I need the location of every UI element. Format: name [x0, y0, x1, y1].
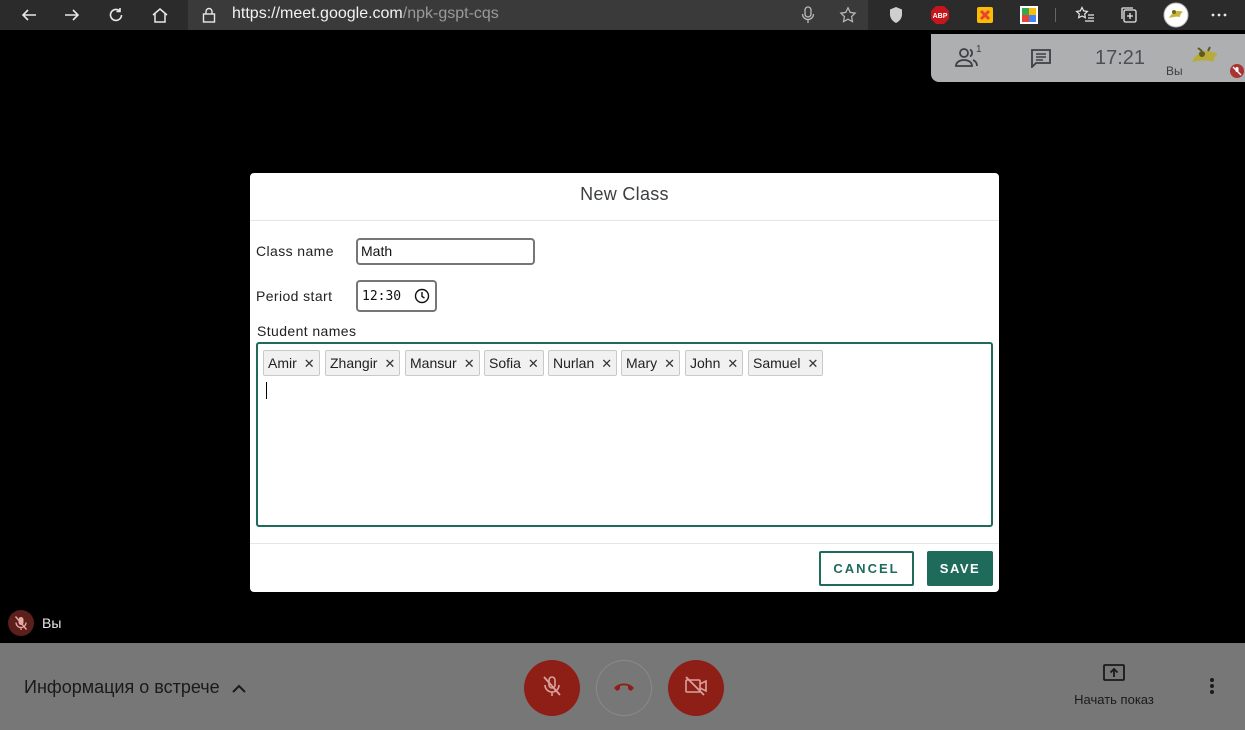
self-mic-muted-icon [8, 610, 34, 636]
grid-extension-icon[interactable] [1019, 5, 1039, 25]
dialog-footer-divider [250, 543, 999, 544]
profile-avatar[interactable] [1163, 2, 1189, 28]
student-chip: Mary ✕ [621, 350, 681, 376]
meet-controls-bar: Информация о встрече Начать показ [0, 643, 1245, 730]
present-now-button[interactable]: Начать показ [1068, 663, 1160, 707]
student-chip: Sofia ✕ [484, 350, 544, 376]
student-chip-label: Amir [268, 355, 297, 371]
remove-chip-icon[interactable]: ✕ [727, 357, 738, 370]
student-chip: Nurlan ✕ [548, 350, 618, 376]
student-chip: Amir ✕ [263, 350, 320, 376]
chat-icon[interactable] [1030, 48, 1052, 73]
student-chip-label: Mary [626, 355, 658, 371]
self-thumbnail-avatar [1188, 42, 1224, 75]
refresh-icon[interactable] [101, 0, 131, 30]
student-chip-label: John [690, 355, 721, 371]
camera-off-button[interactable] [668, 660, 724, 716]
mic-off-button[interactable] [524, 660, 580, 716]
meeting-info-button[interactable]: Информация о встрече [24, 677, 246, 698]
save-button[interactable]: SAVE [927, 551, 993, 586]
adblock-icon[interactable]: ABP [930, 5, 950, 25]
student-chip: John ✕ [685, 350, 744, 376]
mic-off-icon [541, 674, 563, 703]
more-vert-icon[interactable] [1209, 677, 1215, 700]
self-thumbnail-label: Вы [1166, 64, 1183, 78]
self-tile-name: Вы [42, 615, 62, 631]
clock-icon[interactable] [414, 288, 430, 307]
cancel-button[interactable]: CANCEL [819, 551, 914, 586]
meeting-info-label: Информация о встрече [24, 677, 220, 697]
back-icon[interactable] [14, 0, 44, 30]
microphone-icon[interactable] [800, 6, 816, 29]
student-chip-label: Samuel [753, 355, 801, 371]
collections-icon[interactable] [1119, 5, 1139, 25]
student-chip-label: Nurlan [553, 355, 595, 371]
remove-chip-icon[interactable]: ✕ [664, 357, 675, 370]
remove-chip-icon[interactable]: ✕ [384, 357, 395, 370]
present-label: Начать показ [1074, 692, 1154, 707]
url-host: https://meet.google.com [232, 5, 403, 22]
student-chip: Mansur ✕ [405, 350, 480, 376]
student-chip: Zhangir ✕ [325, 350, 401, 376]
dialog-title: New Class [580, 184, 669, 204]
remove-chip-icon[interactable]: ✕ [807, 357, 818, 370]
participants-count: 1 [976, 44, 982, 55]
address-bar[interactable]: https://meet.google.com/npk-gspt-cqs [188, 0, 868, 30]
student-chip-label: Sofia [489, 355, 521, 371]
student-chip: Samuel ✕ [748, 350, 824, 376]
student-names-field[interactable]: Amir ✕ Zhangir ✕ Mansur ✕ Sofia ✕ Nurlan ✕ Ma… [256, 342, 993, 527]
url-text: https://meet.google.com/npk-gspt-cqs [232, 5, 499, 23]
svg-text:ABP: ABP [933, 13, 948, 20]
forward-icon[interactable] [57, 0, 87, 30]
text-caret [266, 382, 267, 399]
student-chip-label: Mansur [410, 355, 457, 371]
toolbar-divider [1055, 8, 1056, 22]
google-workspace-icon[interactable] [975, 5, 995, 25]
period-start-value: 12:30 [362, 289, 402, 304]
remove-chip-icon[interactable]: ✕ [464, 357, 475, 370]
browser-toolbar: https://meet.google.com/npk-gspt-cqs ABP [0, 0, 1245, 30]
more-options-icon[interactable] [1209, 5, 1229, 25]
student-chip-label: Zhangir [330, 355, 378, 371]
remove-chip-icon[interactable]: ✕ [304, 357, 315, 370]
present-screen-icon [1102, 664, 1126, 687]
remove-chip-icon[interactable]: ✕ [528, 357, 539, 370]
shield-icon[interactable] [886, 5, 906, 25]
chevron-up-icon [231, 677, 246, 698]
dialog-header-divider [250, 220, 999, 221]
class-name-label: Class name [256, 243, 334, 259]
remove-chip-icon[interactable]: ✕ [601, 357, 612, 370]
period-start-label: Period start [256, 288, 333, 304]
participants-button[interactable]: 1 [954, 44, 982, 73]
favorite-star-icon[interactable] [839, 6, 857, 29]
url-path: /npk-gspt-cqs [402, 5, 499, 22]
student-names-label: Student names [257, 323, 357, 339]
meeting-clock: 17:21 [1095, 47, 1146, 69]
new-class-dialog: New Class Class name Math Period start 1… [250, 173, 999, 592]
class-name-input[interactable]: Math [356, 238, 535, 265]
home-icon[interactable] [145, 0, 175, 30]
lock-icon [202, 7, 216, 28]
camera-off-icon [684, 675, 708, 701]
self-muted-icon [1230, 64, 1244, 78]
hang-up-button[interactable] [596, 660, 652, 716]
favorites-list-icon[interactable] [1075, 5, 1095, 25]
hang-up-icon [612, 679, 636, 697]
period-start-input[interactable]: 12:30 [356, 280, 437, 312]
